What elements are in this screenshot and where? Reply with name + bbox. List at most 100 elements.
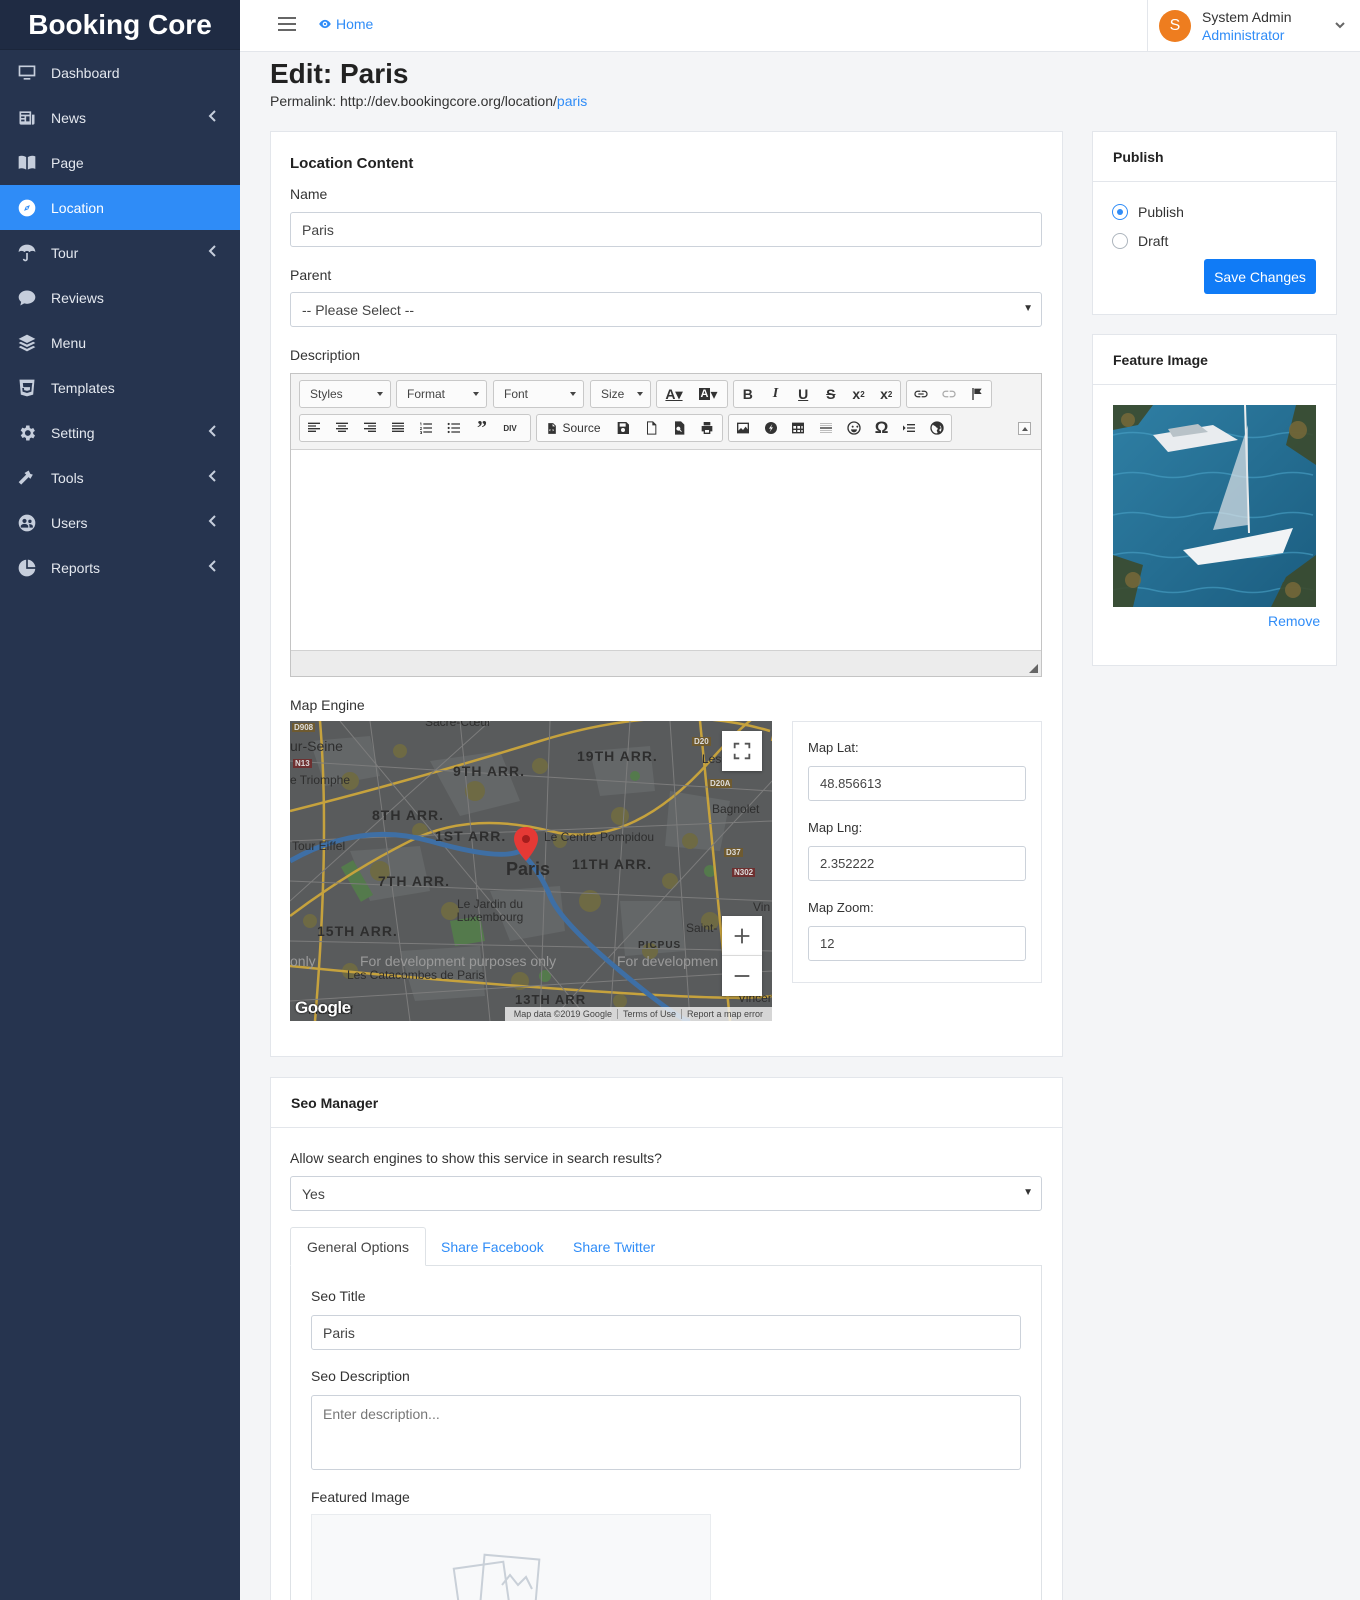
draft-radio[interactable]: Draft <box>1112 233 1168 249</box>
unlink-icon[interactable] <box>935 381 963 407</box>
permalink-slug-link[interactable]: paris <box>557 93 587 109</box>
map-lat-input[interactable]: 48.856613 <box>808 766 1026 801</box>
iframe-globe-icon[interactable] <box>923 415 951 441</box>
superscript-icon[interactable]: x2 <box>872 381 900 407</box>
topbar: Home S System Admin Administrator <box>240 0 1360 52</box>
parent-label: Parent <box>290 267 332 283</box>
seo-description-label: Seo Description <box>311 1368 410 1384</box>
tab-share-twitter[interactable]: Share Twitter <box>557 1227 671 1266</box>
terms-of-use-link[interactable]: Terms of Use <box>618 1009 682 1019</box>
sidebar-item-reviews[interactable]: Reviews <box>0 275 240 320</box>
align-right-icon[interactable] <box>356 415 384 441</box>
source-button[interactable]: Source <box>537 415 609 441</box>
format-dropdown[interactable]: Format <box>396 380 487 408</box>
align-left-icon[interactable] <box>300 415 328 441</box>
smiley-icon[interactable] <box>840 415 868 441</box>
chevron-left-icon <box>206 514 222 530</box>
map-label-arr8: 8TH ARR. <box>372 807 445 823</box>
zoom-out-button[interactable] <box>722 956 762 996</box>
sidebar-item-label: Reports <box>51 559 101 576</box>
numbered-list-icon[interactable] <box>412 415 440 441</box>
editor-content-area[interactable] <box>291 450 1041 650</box>
fullscreen-button[interactable] <box>722 731 762 771</box>
map-zoom-input[interactable]: 12 <box>808 926 1026 961</box>
sidebar-item-users[interactable]: Users <box>0 500 240 545</box>
italic-icon[interactable]: I <box>762 381 790 407</box>
collapse-toolbar-icon[interactable] <box>1018 422 1031 435</box>
name-input[interactable]: Paris <box>290 212 1042 247</box>
special-char-icon[interactable]: Ω <box>868 415 896 441</box>
select-arrow-icon: ▼ <box>1023 1187 1033 1198</box>
tab-general-options[interactable]: General Options <box>290 1227 426 1266</box>
save-changes-button[interactable]: Save Changes <box>1204 259 1316 294</box>
insert-group: Ω <box>728 414 952 442</box>
feature-image-thumbnail[interactable] <box>1113 405 1316 607</box>
user-menu[interactable]: S System Admin Administrator <box>1147 0 1360 51</box>
text-color-icon[interactable]: A▾ <box>657 381 691 407</box>
parent-select[interactable]: -- Please Select -- ▼ <box>290 292 1042 327</box>
brand-logo[interactable]: Booking Core <box>0 0 240 50</box>
sidebar-item-setting[interactable]: Setting <box>0 410 240 455</box>
resize-handle-icon[interactable] <box>1029 664 1038 673</box>
seo-title-input[interactable]: Paris <box>311 1315 1021 1350</box>
sidebar-item-menu[interactable]: Menu <box>0 320 240 365</box>
sidebar-item-tools[interactable]: Tools <box>0 455 240 500</box>
blockquote-icon[interactable]: ” <box>468 415 496 441</box>
umbrella-icon <box>16 242 38 264</box>
sidebar-item-page[interactable]: Page <box>0 140 240 185</box>
google-logo[interactable]: Google <box>295 998 351 1018</box>
flash-icon[interactable] <box>757 415 785 441</box>
size-dropdown[interactable]: Size <box>590 380 651 408</box>
new-page-icon[interactable] <box>637 415 665 441</box>
publish-radio[interactable]: Publish <box>1112 204 1184 220</box>
sidebar-item-templates[interactable]: Templates <box>0 365 240 410</box>
bg-color-icon[interactable]: A ▾ <box>691 381 725 407</box>
preview-icon[interactable] <box>665 415 693 441</box>
report-map-error-link[interactable]: Report a map error <box>682 1009 768 1019</box>
map-label-picpus: PICPUS <box>638 940 682 951</box>
map-view[interactable]: Sacré-Cœur ur-Seine 9TH ARR. 19TH ARR. e… <box>290 721 772 1021</box>
featured-image-dropzone[interactable] <box>311 1514 711 1600</box>
strike-icon[interactable]: S <box>817 381 845 407</box>
zoom-in-button[interactable] <box>722 916 762 956</box>
map-lng-input[interactable]: 2.352222 <box>808 846 1026 881</box>
sidebar-item-reports[interactable]: Reports <box>0 545 240 590</box>
image-icon[interactable] <box>729 415 757 441</box>
sidebar-item-news[interactable]: News <box>0 95 240 140</box>
publish-title: Publish <box>1093 132 1336 182</box>
map-data-label: Map data ©2019 Google <box>509 1009 618 1019</box>
tab-share-facebook[interactable]: Share Facebook <box>425 1227 560 1266</box>
sidebar-item-tour[interactable]: Tour <box>0 230 240 275</box>
bulleted-list-icon[interactable] <box>440 415 468 441</box>
save-icon[interactable] <box>609 415 637 441</box>
chevron-left-icon <box>206 469 222 485</box>
eye-icon <box>319 19 331 29</box>
allow-search-select[interactable]: Yes ▼ <box>290 1176 1042 1211</box>
align-center-icon[interactable] <box>328 415 356 441</box>
menu-toggle-icon[interactable] <box>278 17 296 31</box>
page-break-icon[interactable] <box>896 415 924 441</box>
seo-description-textarea[interactable]: Enter description... <box>311 1395 1021 1470</box>
sidebar-item-dashboard[interactable]: Dashboard <box>0 50 240 95</box>
sidebar-item-label: Tour <box>51 244 79 261</box>
font-dropdown[interactable]: Font <box>493 380 584 408</box>
styles-dropdown[interactable]: Styles <box>299 380 391 408</box>
remove-image-link[interactable]: Remove <box>1268 613 1320 629</box>
sidebar-item-location[interactable]: Location <box>0 185 240 230</box>
table-icon[interactable] <box>785 415 813 441</box>
user-role: Administrator <box>1202 26 1285 43</box>
horizontal-rule-icon[interactable] <box>812 415 840 441</box>
link-icon[interactable] <box>907 381 935 407</box>
justify-icon[interactable] <box>384 415 412 441</box>
map-label-bagnolet: Bagnolet <box>712 802 760 816</box>
subscript-icon[interactable]: x2 <box>845 381 873 407</box>
document-group: Source <box>536 414 723 442</box>
print-icon[interactable] <box>693 415 721 441</box>
anchor-flag-icon[interactable] <box>963 381 991 407</box>
underline-icon[interactable]: U <box>789 381 817 407</box>
div-container-icon[interactable]: DIV <box>496 415 524 441</box>
draft-radio-label: Draft <box>1138 233 1169 249</box>
home-link[interactable]: Home <box>318 16 373 32</box>
editor-toolbar: Styles Format Font Size A▾ A ▾ B I U S x2… <box>291 374 1041 450</box>
bold-icon[interactable]: B <box>734 381 762 407</box>
